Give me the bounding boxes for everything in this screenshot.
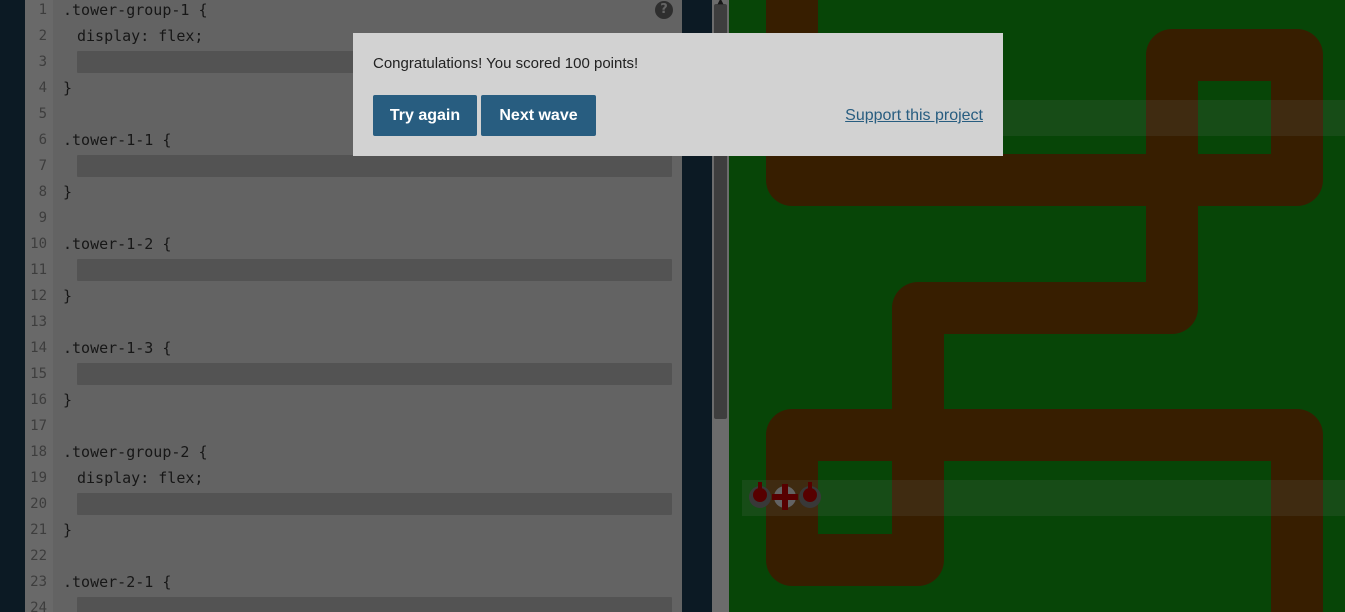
- next-wave-button[interactable]: Next wave: [481, 95, 596, 136]
- score-dialog: Congratulations! You scored 100 points! …: [353, 33, 1003, 156]
- score-message: Congratulations! You scored 100 points!: [373, 55, 639, 72]
- support-project-link[interactable]: Support this project: [845, 107, 983, 125]
- try-again-button[interactable]: Try again: [373, 95, 477, 136]
